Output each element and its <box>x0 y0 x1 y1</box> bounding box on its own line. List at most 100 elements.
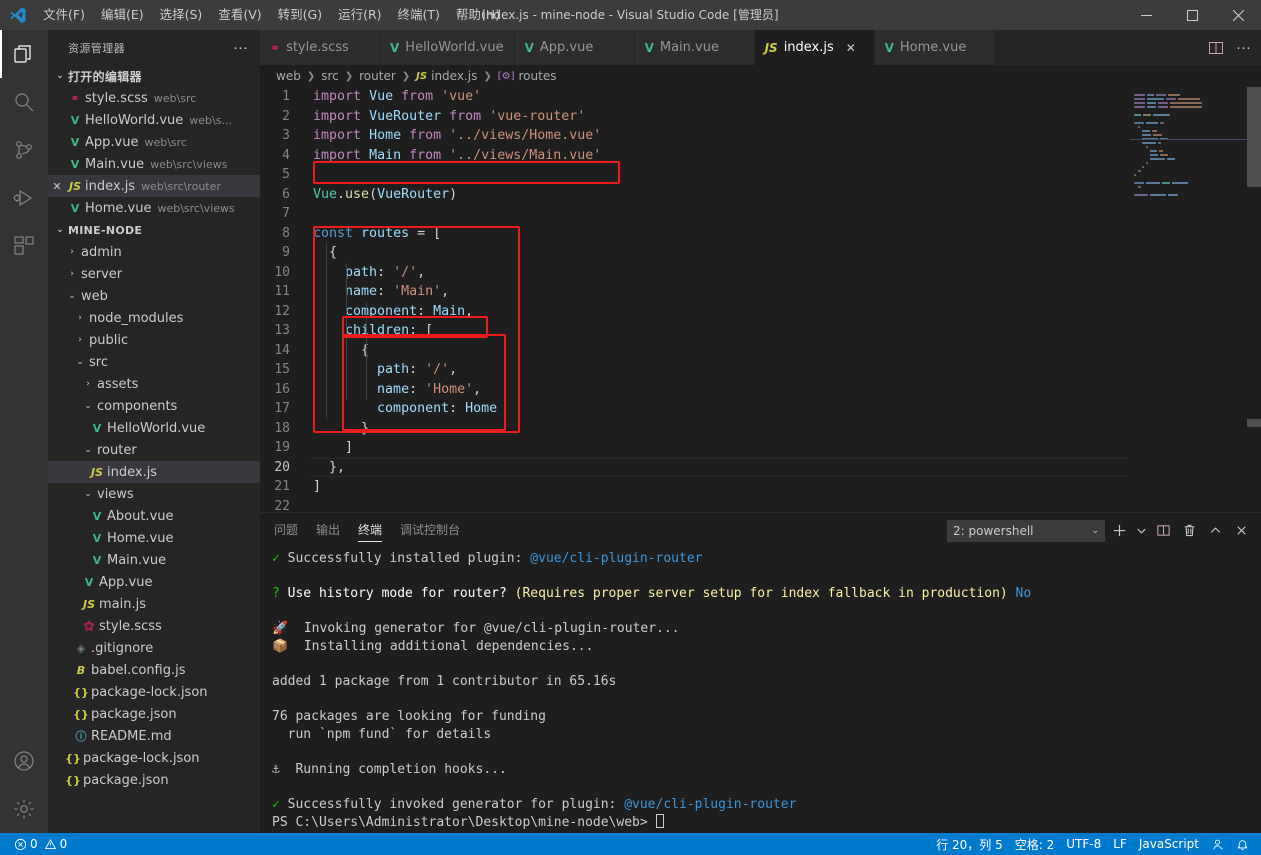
folder-row-server[interactable]: ›server <box>48 263 260 285</box>
editor-scrollbar[interactable] <box>1247 87 1261 512</box>
code-line-21[interactable]: 21] <box>260 477 1261 497</box>
folder-row-router[interactable]: ⌄router <box>48 439 260 461</box>
terminal-dropdown-button[interactable] <box>1133 519 1149 543</box>
menu-view[interactable]: 查看(V) <box>210 0 269 30</box>
activity-account-icon[interactable] <box>0 737 48 785</box>
status-encoding[interactable]: UTF-8 <box>1060 833 1107 855</box>
code-line-5[interactable]: 5 <box>260 165 1261 185</box>
open-editor-index-js[interactable]: ✕ JS index.js web\src\router <box>48 175 260 197</box>
code-line-22[interactable]: 22 <box>260 497 1261 513</box>
activity-search-icon[interactable] <box>0 78 48 126</box>
activity-source-control-icon[interactable] <box>0 126 48 174</box>
file-row-main-vue[interactable]: VMain.vue <box>48 549 260 571</box>
panel-tab-terminal[interactable]: 终端 <box>358 513 382 548</box>
tab-helloworld-vue[interactable]: V HelloWorld.vue <box>380 30 515 65</box>
activity-extensions-icon[interactable] <box>0 222 48 270</box>
scrollbar-thumb[interactable] <box>1247 87 1261 187</box>
tab-app-vue[interactable]: V App.vue <box>515 30 635 65</box>
open-editor-style-scss[interactable]: ⚭ style.scss web\src <box>48 87 260 109</box>
status-cursor-position[interactable]: 行 20，列 5 <box>930 833 1009 855</box>
code-line-2[interactable]: 2import VueRouter from 'vue-router' <box>260 107 1261 127</box>
file-row-package-json[interactable]: {}package.json <box>48 769 260 791</box>
status-indentation[interactable]: 空格: 2 <box>1009 833 1061 855</box>
code-line-8[interactable]: 8const routes = [ <box>260 224 1261 244</box>
folder-row-public[interactable]: ›public <box>48 329 260 351</box>
menu-go[interactable]: 转到(G) <box>270 0 330 30</box>
file-row-package-json[interactable]: {}package.json <box>48 703 260 725</box>
split-editor-icon[interactable] <box>1208 40 1224 56</box>
file-row-package-lock-json[interactable]: {}package-lock.json <box>48 747 260 769</box>
code-line-10[interactable]: 10 path: '/', <box>260 263 1261 283</box>
file-row-about-vue[interactable]: VAbout.vue <box>48 505 260 527</box>
open-editor-app-vue[interactable]: V App.vue web\src <box>48 131 260 153</box>
tab-home-vue[interactable]: V Home.vue <box>875 30 995 65</box>
code-line-16[interactable]: 16 name: 'Home', <box>260 380 1261 400</box>
folder-row-admin[interactable]: ›admin <box>48 241 260 263</box>
close-button[interactable] <box>1215 0 1261 30</box>
code-editor[interactable]: 1import Vue from 'vue'2import VueRouter … <box>260 87 1261 512</box>
menu-terminal[interactable]: 终端(T) <box>390 0 448 30</box>
code-line-11[interactable]: 11 name: 'Main', <box>260 282 1261 302</box>
maximize-panel-chevron-up-icon[interactable] <box>1203 519 1227 543</box>
file-row-app-vue[interactable]: VApp.vue <box>48 571 260 593</box>
open-editor-home-vue[interactable]: V Home.vue web\src\views <box>48 197 260 219</box>
panel-tab-debug-console[interactable]: 调试控制台 <box>400 513 460 548</box>
status-language-mode[interactable]: JavaScript <box>1133 833 1205 855</box>
new-terminal-button[interactable] <box>1107 519 1131 543</box>
editor-more-actions-icon[interactable]: ··· <box>1236 44 1251 52</box>
code-line-19[interactable]: 19 ] <box>260 438 1261 458</box>
tab-style-scss[interactable]: ⚭ style.scss <box>260 30 380 65</box>
split-terminal-button[interactable] <box>1151 519 1175 543</box>
terminal-output[interactable]: ✓ Successfully installed plugin: @vue/cl… <box>260 548 1261 833</box>
terminal-selector[interactable]: 2: powershell ⌄ <box>947 520 1105 542</box>
breadcrumb-routes[interactable]: routes <box>519 69 557 83</box>
menu-help[interactable]: 帮助(H) <box>448 0 508 30</box>
file-row-babel-config-js[interactable]: Bbabel.config.js <box>48 659 260 681</box>
menu-file[interactable]: 文件(F) <box>35 0 93 30</box>
file-row-home-vue[interactable]: VHome.vue <box>48 527 260 549</box>
code-line-17[interactable]: 17 component: Home <box>260 399 1261 419</box>
minimap[interactable] <box>1130 87 1247 512</box>
folder-row-components[interactable]: ⌄components <box>48 395 260 417</box>
close-icon[interactable]: ✕ <box>48 180 66 193</box>
code-line-9[interactable]: 9 { <box>260 243 1261 263</box>
explorer-more-actions-icon[interactable]: ··· <box>233 43 252 53</box>
status-feedback-smiley-icon[interactable] <box>1205 833 1230 855</box>
panel-tab-problems[interactable]: 问题 <box>274 513 298 548</box>
file-row-index-js[interactable]: JSindex.js <box>48 461 260 483</box>
kill-terminal-trash-icon[interactable] <box>1177 519 1201 543</box>
file-row-style-scss[interactable]: ⚝style.scss <box>48 615 260 637</box>
status-problems[interactable]: 0 0 <box>8 833 73 855</box>
file-row-package-lock-json[interactable]: {}package-lock.json <box>48 681 260 703</box>
activity-explorer-icon[interactable] <box>0 30 48 78</box>
activity-settings-gear-icon[interactable] <box>0 785 48 833</box>
panel-tab-output[interactable]: 输出 <box>316 513 340 548</box>
minimize-button[interactable] <box>1123 0 1169 30</box>
code-lines[interactable]: 1import Vue from 'vue'2import VueRouter … <box>260 87 1261 512</box>
minimap-slider[interactable] <box>1130 139 1247 140</box>
code-line-18[interactable]: 18 } <box>260 419 1261 439</box>
menu-select[interactable]: 选择(S) <box>152 0 211 30</box>
code-line-4[interactable]: 4import Main from '../views/Main.vue' <box>260 146 1261 166</box>
folder-row-node-modules[interactable]: ›node_modules <box>48 307 260 329</box>
folder-row-src[interactable]: ⌄src <box>48 351 260 373</box>
breadcrumb-router[interactable]: router <box>359 69 396 83</box>
code-line-15[interactable]: 15 path: '/', <box>260 360 1261 380</box>
tab-close-icon[interactable]: ✕ <box>846 41 856 55</box>
section-open-editors[interactable]: ⌄ 打开的编辑器 <box>48 65 260 87</box>
open-editor-helloworld-vue[interactable]: V HelloWorld.vue web\s... <box>48 109 260 131</box>
breadcrumb-web[interactable]: web <box>276 69 301 83</box>
folder-row-web[interactable]: ⌄web <box>48 285 260 307</box>
file-row-helloworld-vue[interactable]: VHelloWorld.vue <box>48 417 260 439</box>
code-line-14[interactable]: 14 { <box>260 341 1261 361</box>
menu-edit[interactable]: 编辑(E) <box>93 0 152 30</box>
section-project-mine-node[interactable]: ⌄ MINE-NODE <box>48 219 260 241</box>
code-line-20[interactable]: 20 }, <box>260 458 1261 478</box>
maximize-button[interactable] <box>1169 0 1215 30</box>
code-line-13[interactable]: 13 children: [ <box>260 321 1261 341</box>
close-panel-button[interactable] <box>1229 519 1253 543</box>
tab-main-vue[interactable]: V Main.vue <box>635 30 755 65</box>
status-eol[interactable]: LF <box>1107 833 1133 855</box>
folder-row-views[interactable]: ⌄views <box>48 483 260 505</box>
open-editor-main-vue[interactable]: V Main.vue web\src\views <box>48 153 260 175</box>
